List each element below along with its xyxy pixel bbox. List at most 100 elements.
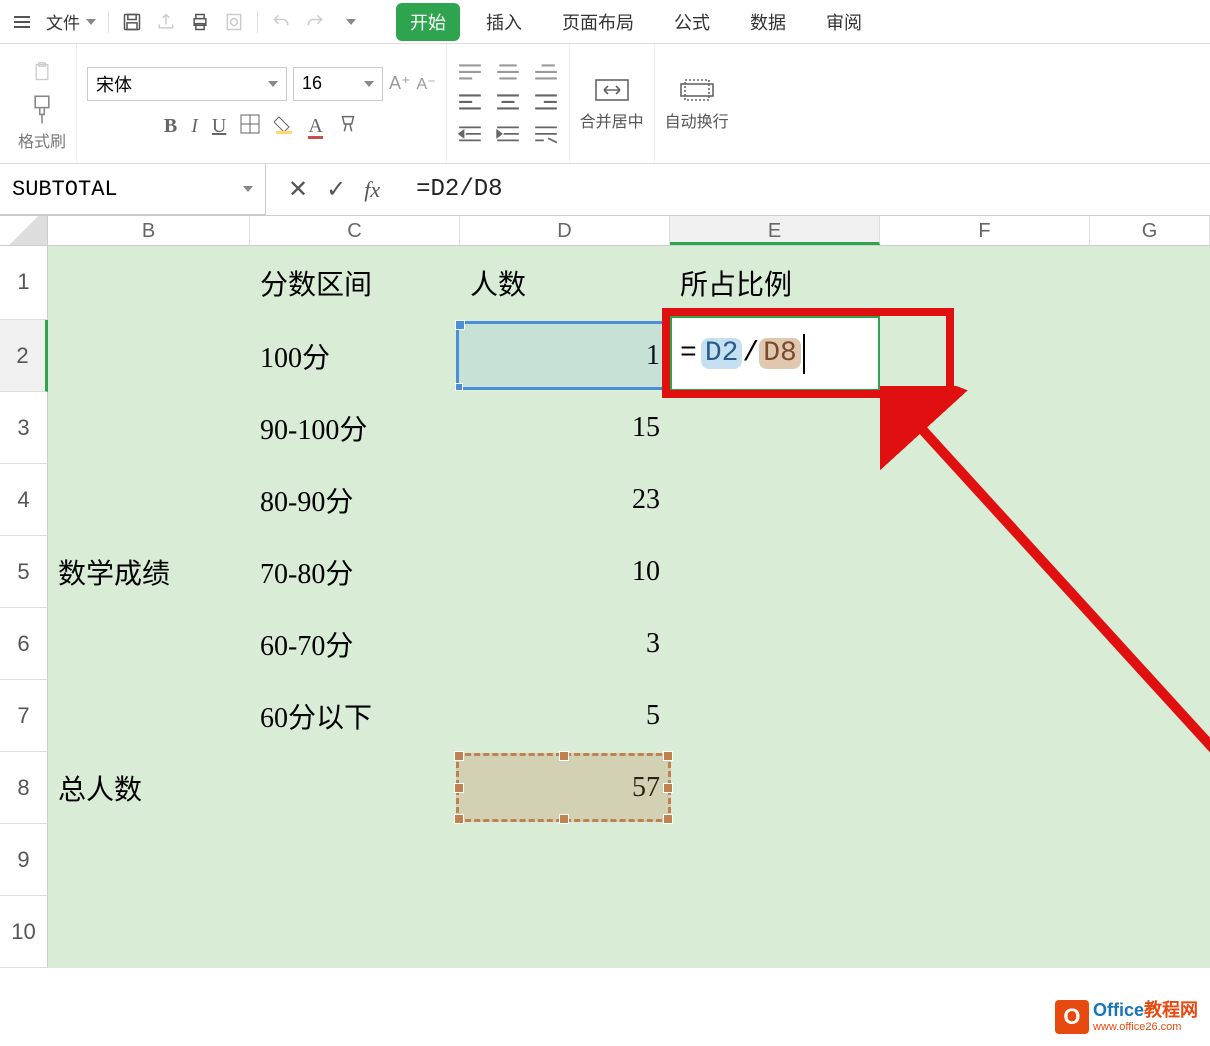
align-right-icon[interactable] — [533, 93, 559, 113]
cell[interactable]: 数学成绩 — [48, 536, 250, 608]
col-header-g[interactable]: G — [1090, 216, 1210, 245]
watermark: O Office教程网 www.office26.com — [1055, 1000, 1198, 1034]
merge-center-button[interactable]: 合并居中 — [580, 76, 644, 132]
cell[interactable]: 60分以下 — [250, 680, 460, 752]
save-icon[interactable] — [121, 11, 143, 33]
cell[interactable]: 人数 — [460, 246, 670, 320]
cell[interactable]: 总人数 — [48, 752, 250, 824]
app-bar: 文件 开始 插入 页面布局 公式 数据 审阅 — [0, 0, 1210, 44]
ribbon: 格式刷 宋体 16 A⁺ A⁻ B I U A — [0, 44, 1210, 164]
print-icon[interactable] — [189, 11, 211, 33]
formula-input[interactable]: =D2/D8 — [402, 176, 1210, 203]
tab-review[interactable]: 审阅 — [812, 3, 876, 41]
cell[interactable]: 10 — [460, 536, 670, 608]
align-group — [447, 44, 570, 163]
orientation-icon[interactable] — [533, 125, 559, 145]
redo-icon[interactable] — [304, 11, 326, 33]
share-icon[interactable] — [155, 11, 177, 33]
row-header[interactable]: 7 — [0, 680, 48, 752]
formula-ref-d2: D2 — [701, 338, 743, 369]
file-menu[interactable]: 文件 — [46, 9, 96, 34]
cell[interactable]: 70-80分 — [250, 536, 460, 608]
col-header-d[interactable]: D — [460, 216, 670, 245]
wrap-text-button[interactable]: 自动换行 — [665, 76, 729, 132]
row-header[interactable]: 8 — [0, 752, 48, 824]
align-left-icon[interactable] — [457, 93, 483, 113]
indent-inc-icon[interactable] — [495, 125, 521, 145]
active-cell-e2[interactable]: = D2 / D8 — [670, 316, 880, 391]
cancel-formula-icon[interactable]: ✕ — [288, 175, 308, 204]
fx-icon[interactable]: fx — [364, 177, 380, 203]
align-center-icon[interactable] — [495, 93, 521, 113]
tab-data[interactable]: 数据 — [736, 3, 800, 41]
tab-layout[interactable]: 页面布局 — [548, 3, 648, 41]
print-preview-icon[interactable] — [223, 11, 245, 33]
cell[interactable] — [48, 464, 250, 536]
menu-icon[interactable] — [10, 12, 34, 32]
cell[interactable]: 5 — [460, 680, 670, 752]
tab-formula[interactable]: 公式 — [660, 3, 724, 41]
accept-formula-icon[interactable]: ✓ — [326, 175, 346, 204]
decrease-font-icon[interactable]: A⁻ — [417, 74, 436, 94]
clear-format-button[interactable] — [337, 113, 359, 141]
undo-icon[interactable] — [270, 11, 292, 33]
align-mid-icon[interactable] — [495, 63, 521, 83]
format-painter-icon[interactable] — [28, 94, 56, 128]
increase-font-icon[interactable]: A⁺ — [389, 73, 411, 94]
bold-button[interactable]: B — [164, 115, 177, 138]
d2-selection-indicator — [456, 321, 671, 390]
cell[interactable] — [48, 608, 250, 680]
rows: 1 分数区间 人数 所占比例 2 100分 1 3 90-100分 15 4 8… — [0, 246, 1210, 1046]
cell[interactable]: 3 — [460, 608, 670, 680]
clipboard-group: 格式刷 — [8, 44, 77, 163]
indent-dec-icon[interactable] — [457, 125, 483, 145]
cell[interactable] — [250, 752, 460, 824]
align-top-icon[interactable] — [457, 63, 483, 83]
cell[interactable]: 100分 — [250, 320, 460, 392]
cell[interactable]: 23 — [460, 464, 670, 536]
italic-button[interactable]: I — [191, 115, 198, 138]
cell[interactable]: 60-70分 — [250, 608, 460, 680]
font-color-button[interactable]: A — [308, 115, 322, 139]
cell[interactable] — [48, 246, 250, 320]
cell[interactable]: 所占比例 — [670, 246, 880, 320]
file-label: 文件 — [46, 9, 80, 34]
separator — [257, 11, 258, 33]
name-box[interactable]: SUBTOTAL — [0, 164, 266, 215]
separator — [108, 11, 109, 33]
row-header[interactable]: 2 — [0, 320, 48, 392]
border-button[interactable] — [240, 114, 260, 140]
row-header[interactable]: 1 — [0, 246, 48, 320]
d8-selection-indicator — [456, 753, 671, 822]
cell[interactable] — [48, 392, 250, 464]
cell[interactable]: 80-90分 — [250, 464, 460, 536]
cell[interactable]: 90-100分 — [250, 392, 460, 464]
cell[interactable] — [48, 320, 250, 392]
col-header-c[interactable]: C — [250, 216, 460, 245]
tab-insert[interactable]: 插入 — [472, 3, 536, 41]
qat-dropdown-icon[interactable] — [346, 19, 356, 25]
format-painter-label: 格式刷 — [18, 128, 66, 152]
font-name-select[interactable]: 宋体 — [87, 67, 287, 101]
row-header[interactable]: 3 — [0, 392, 48, 464]
cell[interactable] — [48, 680, 250, 752]
col-header-e[interactable]: E — [670, 216, 880, 245]
paste-icon[interactable] — [26, 56, 58, 88]
cell[interactable]: 分数区间 — [250, 246, 460, 320]
row-header[interactable]: 9 — [0, 824, 48, 896]
col-header-f[interactable]: F — [880, 216, 1090, 245]
underline-button[interactable]: U — [212, 115, 226, 138]
row-header[interactable]: 4 — [0, 464, 48, 536]
cell[interactable]: 15 — [460, 392, 670, 464]
row-header[interactable]: 5 — [0, 536, 48, 608]
align-bot-icon[interactable] — [533, 63, 559, 83]
font-group: 宋体 16 A⁺ A⁻ B I U A — [77, 44, 447, 163]
select-all-corner[interactable] — [0, 216, 48, 245]
fill-color-button[interactable] — [274, 114, 294, 140]
row-header[interactable]: 10 — [0, 896, 48, 968]
col-header-b[interactable]: B — [48, 216, 250, 245]
tab-start[interactable]: 开始 — [396, 3, 460, 41]
font-size-select[interactable]: 16 — [293, 67, 383, 101]
chevron-down-icon — [86, 19, 96, 25]
row-header[interactable]: 6 — [0, 608, 48, 680]
